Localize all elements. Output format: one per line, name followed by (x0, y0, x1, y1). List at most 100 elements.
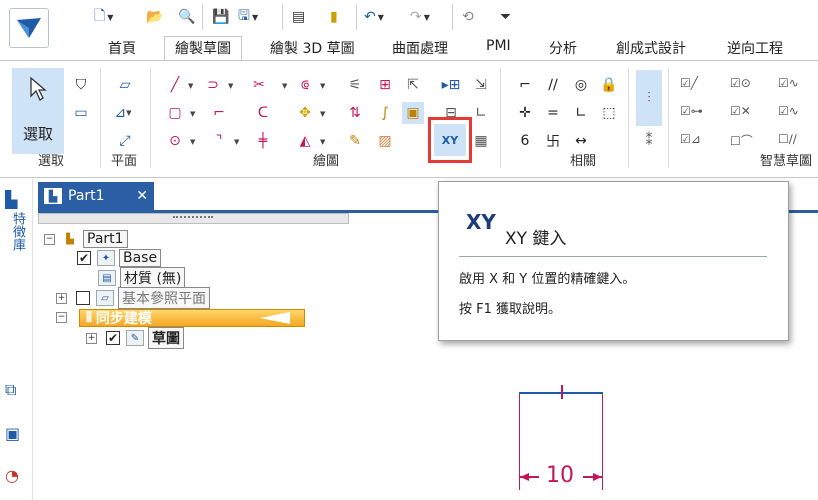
feature-library-label[interactable]: 特徵庫 (8, 212, 25, 251)
parallel-icon[interactable]: ∕∕ (542, 74, 564, 96)
collapse-icon[interactable]: − (44, 233, 55, 245)
tab-pmi[interactable]: PMI (486, 38, 511, 60)
tab-home[interactable]: 首頁 (108, 38, 136, 60)
tree-row-material[interactable]: ▤ 材質 (無) (98, 267, 186, 289)
smart-sketch-parallel-toggle[interactable]: ☐∕∕ (778, 132, 797, 146)
smart-sketch-midpoint-toggle[interactable]: ☑⊶ (680, 104, 703, 118)
tree-row-synchronous[interactable]: ⫴ 同步建模 (79, 309, 305, 327)
symmetric-icon[interactable]: 卐 (542, 130, 564, 152)
horizontal-vertical-icon[interactable]: ✛ (514, 102, 536, 124)
pathfinder-splitter[interactable] (38, 213, 349, 224)
rigid-set-icon[interactable]: ⬚ (598, 102, 620, 124)
select-tool-icon[interactable]: ⇱ (402, 74, 424, 96)
dimension-value[interactable]: 10 (546, 463, 574, 488)
smart-sketch-arc-toggle[interactable]: ☐⌒ (730, 132, 753, 149)
save-as-icon[interactable]: 🖫 ▼ (238, 6, 258, 28)
sketch-expand-icon[interactable]: + (86, 332, 97, 344)
redo-icon[interactable]: ↷ ▼ (410, 6, 430, 28)
undo-icon[interactable]: ↶ ▼ (364, 6, 384, 28)
tooltip-divider (459, 256, 767, 257)
smart-sketch-center-toggle[interactable]: ☑⊙ (730, 76, 751, 90)
save-icon[interactable]: 💾 (212, 6, 229, 28)
tree-row-ref-planes[interactable]: + ▱ 基本參照平面 (56, 287, 210, 309)
expand-icon[interactable]: + (56, 292, 67, 304)
gauge-icon[interactable]: ◔ (5, 466, 19, 485)
trim-icon[interactable]: ✂ (248, 74, 270, 96)
perpendicular-icon[interactable]: ∟ (570, 102, 592, 124)
plane-icon[interactable]: ▱ (114, 74, 136, 96)
include-icon[interactable]: ⇅ (344, 102, 366, 124)
circle-icon[interactable]: ⊙ (164, 130, 186, 152)
connect-icon[interactable]: ⊞ (374, 74, 396, 96)
part-icon: ▙ (66, 233, 74, 245)
properties-icon[interactable]: 🔍 (178, 6, 195, 28)
tab-sketch[interactable]: 繪製草圖 (164, 36, 242, 61)
chamfer-icon[interactable]: ⌝ (208, 130, 230, 152)
fill-icon[interactable]: ▨ (374, 130, 396, 152)
sketch-checkbox[interactable]: ✔ (106, 331, 120, 345)
grid-icon[interactable]: ▸⊞ (440, 74, 462, 96)
coordinate-system-icon[interactable]: ⤢ (114, 130, 136, 152)
offset-icon[interactable]: ⟃ (294, 74, 316, 96)
connect-relation-icon[interactable]: ⌐ (514, 74, 536, 96)
split-icon[interactable]: ╪ (252, 130, 274, 152)
maintain-relationships-icon[interactable]: ⁑ (638, 130, 660, 152)
open-icon[interactable]: 📂 (146, 6, 163, 28)
attach-icon[interactable]: ▮ (330, 6, 338, 28)
tangent-icon[interactable]: 6 (514, 130, 536, 152)
layers-icon[interactable]: ▣ (5, 424, 20, 443)
tree-row-sketch[interactable]: + ✔ ✎ 草圖 (86, 327, 184, 349)
tree-material-label: 材質 (無) (120, 267, 186, 289)
curve-icon[interactable]: ∫ (374, 102, 396, 124)
tab-generative-design[interactable]: 創成式設計 (616, 38, 686, 60)
assembly-icon[interactable]: ⧉ (5, 380, 16, 400)
customize-icon[interactable]: ⏷ (500, 6, 511, 28)
arc-icon[interactable]: ⊃ (202, 74, 224, 96)
arrow-tool-icon[interactable]: ⇲ (470, 74, 492, 96)
filter-icon[interactable]: ⛉ (70, 74, 92, 96)
refresh-icon[interactable]: ⟲ (462, 6, 474, 28)
smart-sketch-intersection-toggle[interactable]: ☑✕ (730, 104, 751, 118)
pencil-icon[interactable]: ✎ (344, 130, 366, 152)
smart-sketch-onelement-toggle[interactable]: ☑∿ (778, 104, 799, 118)
ref-planes-checkbox[interactable] (76, 291, 90, 305)
close-tab-icon[interactable]: ✕ (136, 188, 148, 204)
measure-icon[interactable]: ▦ (470, 130, 492, 152)
feature-library-icon[interactable]: ▙ (5, 190, 27, 210)
tree-row-base[interactable]: ✔ ✦ Base (77, 249, 162, 267)
xy-input-button[interactable]: XY (434, 124, 466, 156)
plane-dropdown-icon[interactable]: ⊿ ▼ (112, 102, 134, 124)
mirror-icon[interactable]: ◭ (294, 130, 316, 152)
base-checkbox[interactable]: ✔ (77, 251, 91, 265)
relationship-handles-icon[interactable]: ⫶ (636, 70, 662, 126)
sketch-icon: ✎ (126, 330, 144, 346)
lock-icon[interactable]: 🔒 (598, 74, 620, 96)
document-tab[interactable]: ▙ Part1 ✕ (38, 182, 154, 210)
select-options-icon[interactable]: ▭ (70, 102, 92, 124)
smart-sketch-tangent-toggle[interactable]: ☑∿ (778, 76, 799, 90)
print-icon[interactable]: ▤ (292, 6, 305, 28)
extend-icon[interactable]: ᑕ (252, 102, 274, 124)
tab-analysis[interactable]: 分析 (549, 38, 577, 60)
fillet-icon[interactable]: ⌐ (208, 102, 230, 124)
angle-icon[interactable]: ∟ (470, 102, 492, 124)
tab-reverse-engineering[interactable]: 逆向工程 (727, 38, 783, 60)
tab-surfacing[interactable]: 曲面處理 (392, 38, 448, 60)
new-icon[interactable]: 🗋 ▼ (94, 6, 113, 28)
rectangle-icon[interactable]: ▢ (164, 102, 186, 124)
tab-3d-sketch[interactable]: 繪製 3D 草圖 (270, 38, 355, 60)
select-button[interactable]: 選取 (12, 68, 64, 154)
project-icon[interactable]: ⚟ (344, 74, 366, 96)
equal-icon[interactable]: = (542, 102, 564, 124)
cursor-arrow-icon (30, 76, 47, 101)
sync-collapse-icon[interactable]: − (56, 312, 67, 323)
tree-row-root[interactable]: − ▙ Part1 (44, 230, 128, 248)
line-icon[interactable]: ╱ (164, 74, 186, 96)
move-icon[interactable]: ✥ (294, 102, 316, 124)
app-logo-button[interactable] (9, 8, 49, 48)
smart-sketch-silhouette-toggle[interactable]: ☑⊿ (680, 132, 701, 146)
dimension-arrow-icon[interactable]: ↔ (570, 130, 592, 152)
smart-sketch-endpoint-toggle[interactable]: ☑╱ (680, 76, 698, 90)
feature-icon[interactable]: ▣ (402, 102, 424, 124)
concentric-icon[interactable]: ◎ (570, 74, 592, 96)
